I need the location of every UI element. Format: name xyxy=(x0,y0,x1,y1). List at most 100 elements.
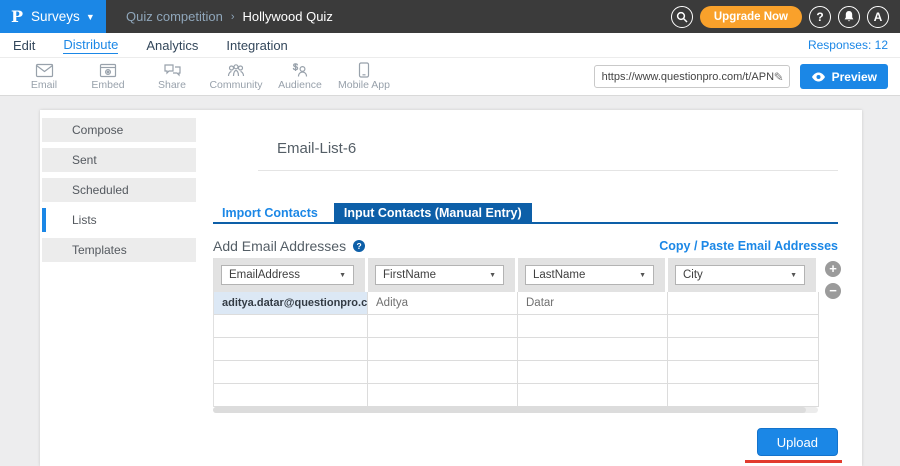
add-row-button[interactable]: + xyxy=(825,261,841,277)
breadcrumb-parent[interactable]: Quiz competition xyxy=(126,9,223,24)
upload-area: Upload xyxy=(757,428,838,456)
tab-import-contacts[interactable]: Import Contacts xyxy=(213,203,327,222)
contacts-table: EmailAddress ▼ FirstName ▼ xyxy=(213,258,818,407)
cell-city-row1[interactable] xyxy=(668,292,819,315)
account-avatar[interactable]: A xyxy=(867,6,889,28)
title-divider xyxy=(258,170,838,171)
cell-firstname-row2[interactable] xyxy=(368,315,518,338)
community-icon xyxy=(226,63,246,78)
channel-audience[interactable]: $ Audience xyxy=(268,63,332,91)
channel-mobile-app[interactable]: Mobile App xyxy=(332,62,396,91)
help-button[interactable]: ? xyxy=(809,6,831,28)
sidebar-item-sent[interactable]: Sent xyxy=(42,148,196,172)
column-header-lastname: LastName ▼ xyxy=(518,258,668,292)
section-nav: Edit Distribute Analytics Integration Re… xyxy=(0,33,900,58)
search-button[interactable] xyxy=(671,6,693,28)
select-arrow-icon: ▼ xyxy=(790,272,797,279)
select-value: City xyxy=(683,269,703,281)
header-actions: Upgrade Now ? A xyxy=(671,6,900,28)
scrollbar-thumb[interactable] xyxy=(213,407,806,413)
add-email-heading: Add Email Addresses xyxy=(213,238,346,254)
copy-paste-link[interactable]: Copy / Paste Email Addresses xyxy=(659,239,838,253)
cell-city-row3[interactable] xyxy=(668,338,819,361)
chevron-down-icon: ▼ xyxy=(86,12,95,22)
notifications-button[interactable] xyxy=(838,6,860,28)
email-icon xyxy=(35,63,54,78)
preview-button[interactable]: Preview xyxy=(800,64,888,89)
breadcrumb-separator-icon: › xyxy=(231,11,235,23)
nav-item-distribute[interactable]: Distribute xyxy=(63,37,118,54)
preview-label: Preview xyxy=(832,70,877,84)
upgrade-now-button[interactable]: Upgrade Now xyxy=(700,6,802,28)
eye-icon xyxy=(811,72,826,82)
cell-email-row2[interactable] xyxy=(214,315,368,338)
cell-firstname-row3[interactable] xyxy=(368,338,518,361)
upload-button[interactable]: Upload xyxy=(757,428,838,456)
select-arrow-icon: ▼ xyxy=(489,272,496,279)
contacts-tabs: Import Contacts Input Contacts (Manual E… xyxy=(213,203,838,224)
select-arrow-icon: ▼ xyxy=(639,272,646,279)
cell-email-row3[interactable] xyxy=(214,338,368,361)
sidebar-item-scheduled[interactable]: Scheduled xyxy=(42,178,196,202)
survey-url-input[interactable] xyxy=(602,71,774,83)
share-icon xyxy=(163,63,182,78)
channel-email[interactable]: Email xyxy=(12,63,76,91)
help-tooltip-icon[interactable]: ? xyxy=(353,240,365,252)
column-header-city: City ▼ xyxy=(668,258,819,292)
column-select-firstname[interactable]: FirstName ▼ xyxy=(375,265,504,285)
column-header-email: EmailAddress ▼ xyxy=(214,258,368,292)
nav-item-analytics[interactable]: Analytics xyxy=(146,38,198,53)
cell-lastname-row2[interactable] xyxy=(518,315,668,338)
nav-item-integration[interactable]: Integration xyxy=(226,38,287,53)
breadcrumb: Quiz competition › Hollywood Quiz xyxy=(126,9,333,24)
cell-city-row2[interactable] xyxy=(668,315,819,338)
bell-icon xyxy=(843,10,855,23)
channel-share[interactable]: Share xyxy=(140,63,204,91)
column-header-firstname: FirstName ▼ xyxy=(368,258,518,292)
email-panel: Compose Sent Scheduled Lists Templates E… xyxy=(40,110,862,466)
nav-item-edit[interactable]: Edit xyxy=(13,38,35,53)
list-title[interactable]: Email-List-6 xyxy=(277,140,356,157)
sidebar-item-lists[interactable]: Lists xyxy=(42,208,196,232)
sidebar-item-compose[interactable]: Compose xyxy=(42,118,196,142)
cell-firstname-row5[interactable] xyxy=(368,384,518,407)
cell-firstname-row4[interactable] xyxy=(368,361,518,384)
questionpro-logo-icon: P xyxy=(11,7,23,26)
channel-label: Embed xyxy=(91,79,124,91)
cell-firstname-row1[interactable]: Aditya xyxy=(368,292,518,315)
cell-email-row5[interactable] xyxy=(214,384,368,407)
column-select-lastname[interactable]: LastName ▼ xyxy=(525,265,654,285)
column-select-emailaddress[interactable]: EmailAddress ▼ xyxy=(221,265,354,285)
cell-lastname-row3[interactable] xyxy=(518,338,668,361)
page-body: Compose Sent Scheduled Lists Templates E… xyxy=(0,96,900,466)
cell-lastname-row4[interactable] xyxy=(518,361,668,384)
sidebar-item-templates[interactable]: Templates xyxy=(42,238,196,262)
cell-city-row5[interactable] xyxy=(668,384,819,407)
cell-email-row4[interactable] xyxy=(214,361,368,384)
surveys-product-menu[interactable]: P Surveys ▼ xyxy=(0,0,106,33)
horizontal-scrollbar[interactable] xyxy=(213,407,818,413)
select-value: FirstName xyxy=(383,269,436,281)
cell-email-row1[interactable]: aditya.datar@questionpro.com xyxy=(214,292,368,315)
channel-community[interactable]: Community xyxy=(204,63,268,91)
cell-city-row4[interactable] xyxy=(668,361,819,384)
audience-icon: $ xyxy=(290,63,310,78)
breadcrumb-current: Hollywood Quiz xyxy=(243,9,333,24)
responses-count[interactable]: Responses: 12 xyxy=(808,38,900,52)
tab-input-contacts-manual[interactable]: Input Contacts (Manual Entry) xyxy=(334,203,532,222)
search-icon xyxy=(676,11,688,23)
cell-lastname-row5[interactable] xyxy=(518,384,668,407)
column-select-city[interactable]: City ▼ xyxy=(675,265,805,285)
cell-lastname-row1[interactable]: Datar xyxy=(518,292,668,315)
remove-row-button[interactable]: − xyxy=(825,283,841,299)
edit-url-icon[interactable]: ✎ xyxy=(774,70,784,84)
mobile-app-icon xyxy=(358,62,370,78)
channel-label: Email xyxy=(31,79,57,91)
select-value: LastName xyxy=(533,269,585,281)
product-menu-label: Surveys xyxy=(31,9,80,24)
select-arrow-icon: ▼ xyxy=(339,272,346,279)
top-header: P Surveys ▼ Quiz competition › Hollywood… xyxy=(0,0,900,33)
channel-embed[interactable]: Embed xyxy=(76,63,140,91)
email-sidebar: Compose Sent Scheduled Lists Templates xyxy=(42,118,196,268)
app-window: P Surveys ▼ Quiz competition › Hollywood… xyxy=(0,0,900,466)
